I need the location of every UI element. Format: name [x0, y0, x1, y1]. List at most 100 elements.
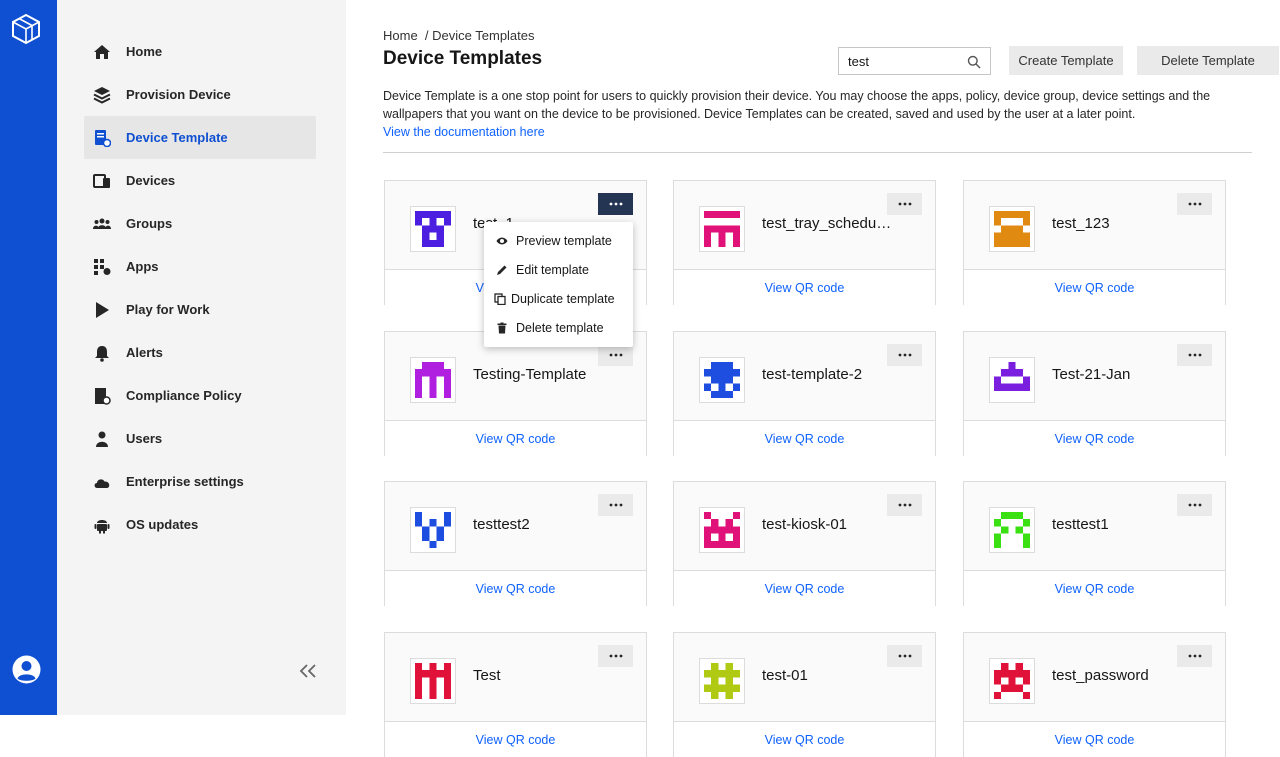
- view-qr-code-link[interactable]: View QR code: [765, 432, 845, 446]
- more-options-button[interactable]: [598, 344, 633, 366]
- more-options-button[interactable]: [887, 193, 922, 215]
- documentation-link[interactable]: View the documentation here: [383, 125, 545, 139]
- sidebar-item-home[interactable]: Home: [84, 30, 316, 73]
- sidebar-item-apps[interactable]: Apps: [84, 245, 316, 288]
- template-avatar-icon: [410, 206, 456, 252]
- view-qr-code-link[interactable]: View QR code: [765, 733, 845, 747]
- more-options-button[interactable]: [887, 494, 922, 516]
- template-name: testtest2: [473, 516, 530, 533]
- edit-template-menu-item[interactable]: Edit template: [484, 255, 633, 284]
- home-icon: [92, 42, 112, 62]
- more-options-button[interactable]: [598, 645, 633, 667]
- groups-icon: [92, 214, 112, 234]
- eye-icon: [496, 237, 508, 244]
- template-avatar-icon: [410, 658, 456, 704]
- collapse-sidebar-icon[interactable]: [297, 660, 319, 682]
- create-template-button[interactable]: Create Template: [1009, 46, 1123, 75]
- card-footer: View QR code: [674, 420, 935, 456]
- trash-icon: [497, 322, 507, 333]
- duplicate-template-menu-item[interactable]: Duplicate template: [484, 284, 633, 313]
- template-card[interactable]: Test-21-Jan View QR code: [963, 331, 1226, 456]
- sidebar-item-play-for-work[interactable]: Play for Work: [84, 288, 316, 331]
- more-options-button[interactable]: [1177, 344, 1212, 366]
- template-name: Testing-Template: [473, 366, 587, 383]
- menu-item-label: Edit template: [516, 262, 589, 277]
- compliance-icon: [92, 386, 112, 406]
- template-card[interactable]: test_tray_scheduler View QR code: [673, 180, 936, 305]
- template-card[interactable]: Testing-Template View QR code: [384, 331, 647, 456]
- template-card[interactable]: testtest2 View QR code: [384, 481, 647, 606]
- template-avatar-icon: [699, 206, 745, 252]
- ellipsis-icon: [609, 202, 622, 206]
- view-qr-code-link[interactable]: View QR code: [1055, 432, 1135, 446]
- template-card[interactable]: Test View QR code: [384, 632, 647, 757]
- template-name: test-kiosk-01: [762, 516, 848, 533]
- preview-template-menu-item[interactable]: Preview template: [484, 226, 633, 255]
- template-card[interactable]: test_123 View QR code: [963, 180, 1226, 305]
- sidebar-item-label: Compliance Policy: [126, 388, 242, 403]
- delete-template-button[interactable]: Delete Template: [1137, 46, 1279, 75]
- sidebar-item-compliance-policy[interactable]: Compliance Policy: [84, 374, 316, 417]
- ellipsis-icon: [898, 654, 911, 658]
- more-options-button[interactable]: [598, 193, 633, 215]
- ellipsis-icon: [1188, 202, 1201, 206]
- sidebar-item-devices[interactable]: Devices: [84, 159, 316, 202]
- template-card[interactable]: test-01 View QR code: [673, 632, 936, 757]
- template-card[interactable]: testtest1 View QR code: [963, 481, 1226, 606]
- sidebar-item-alerts[interactable]: Alerts: [84, 331, 316, 374]
- menu-item-label: Duplicate template: [511, 291, 615, 306]
- more-options-button[interactable]: [887, 645, 922, 667]
- template-avatar-icon: [699, 507, 745, 553]
- view-qr-code-link[interactable]: View QR code: [765, 582, 845, 596]
- template-name: test_tray_scheduler: [762, 215, 892, 232]
- page-description: Device Template is a one stop point for …: [383, 87, 1223, 141]
- app-logo-icon[interactable]: [10, 13, 42, 45]
- main-content: Home / Device Templates Device Templates…: [346, 0, 1280, 757]
- template-name: test-01: [762, 667, 808, 684]
- view-qr-code-link[interactable]: View QR code: [1055, 733, 1135, 747]
- ellipsis-icon: [898, 202, 911, 206]
- delete-template-menu-item[interactable]: Delete template: [484, 313, 633, 342]
- page-title: Device Templates: [383, 48, 543, 69]
- view-qr-code-link[interactable]: View QR code: [476, 432, 556, 446]
- more-options-button[interactable]: [1177, 193, 1212, 215]
- apps-icon: [92, 257, 112, 277]
- profile-avatar-icon[interactable]: [12, 655, 41, 684]
- template-card[interactable]: test_password View QR code: [963, 632, 1226, 757]
- sidebar-item-users[interactable]: Users: [84, 417, 316, 460]
- view-qr-code-link[interactable]: View QR code: [765, 281, 845, 295]
- view-qr-code-link[interactable]: View QR code: [1055, 281, 1135, 295]
- breadcrumb-home-link[interactable]: Home: [383, 28, 418, 43]
- sidebar-item-os-updates[interactable]: OS updates: [84, 503, 316, 546]
- view-qr-code-link[interactable]: View QR code: [1055, 582, 1135, 596]
- sidebar-item-label: Device Template: [126, 130, 228, 145]
- sidebar-item-enterprise-settings[interactable]: Enterprise settings: [84, 460, 316, 503]
- card-footer: View QR code: [964, 721, 1225, 757]
- breadcrumb-current: / Device Templates: [424, 28, 535, 43]
- menu-item-label: Delete template: [516, 320, 604, 335]
- template-card[interactable]: test-template-2 View QR code: [673, 331, 936, 456]
- menu-item-label: Preview template: [516, 233, 612, 248]
- card-footer: View QR code: [964, 570, 1225, 606]
- template-card[interactable]: test-kiosk-01 View QR code: [673, 481, 936, 606]
- search-icon[interactable]: [967, 55, 981, 69]
- sidebar-item-label: Devices: [126, 173, 176, 188]
- more-options-button[interactable]: [1177, 645, 1212, 667]
- card-footer: View QR code: [674, 721, 935, 757]
- template-avatar-icon: [410, 507, 456, 553]
- view-qr-code-link[interactable]: View QR code: [476, 733, 556, 747]
- template-avatar-icon: [989, 658, 1035, 704]
- sidebar-item-groups[interactable]: Groups: [84, 202, 316, 245]
- template-name: Test-21-Jan: [1052, 366, 1131, 383]
- sidebar-item-provision-device[interactable]: Provision Device: [84, 73, 316, 116]
- more-options-button[interactable]: [598, 494, 633, 516]
- search-input[interactable]: [848, 52, 966, 70]
- sidebar-item-device-template[interactable]: Device Template: [84, 116, 316, 159]
- device-template-icon: [92, 128, 112, 148]
- more-options-button[interactable]: [887, 344, 922, 366]
- more-options-button[interactable]: [1177, 494, 1212, 516]
- sidebar-item-label: Users: [126, 431, 163, 446]
- view-qr-code-link[interactable]: View QR code: [476, 582, 556, 596]
- sidebar-item-label: Alerts: [126, 345, 163, 360]
- breadcrumb: Home / Device Templates: [383, 28, 535, 43]
